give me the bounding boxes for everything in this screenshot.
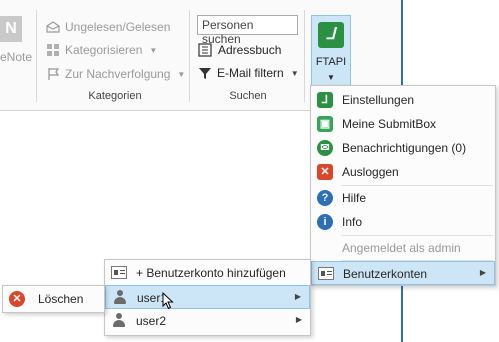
followup-label: Zur Nachverfolgung <box>65 67 171 81</box>
group-label-categories: Kategorien <box>88 90 142 102</box>
add-account-label: + Benutzerkonto hinzufügen <box>136 266 286 280</box>
delete-label: Löschen <box>38 292 84 306</box>
onenote-label[interactable]: eNote <box>0 50 32 64</box>
ftapi-menu: ⅃ Einstellungen ▣ Meine SubmitBox ✉ Bena… <box>310 85 496 286</box>
ftapi-label: FTAPI <box>315 56 347 68</box>
address-book-button[interactable]: Adressbuch <box>198 43 281 57</box>
ftapi-logo-icon: ⅃ <box>318 22 344 48</box>
address-book-label: Adressbuch <box>218 43 282 57</box>
mouse-cursor-icon <box>162 292 174 310</box>
chevron-down-icon: ▼ <box>177 69 186 79</box>
filter-email-button[interactable]: E-Mail filtern ▼ <box>198 66 299 80</box>
delete-icon: ✕ <box>9 291 25 307</box>
group-label-search: Suchen <box>229 90 267 102</box>
ribbon-separator <box>304 10 305 102</box>
menu-item-help[interactable]: ? Hilfe <box>311 186 495 210</box>
mail-icon: ✉ <box>317 140 333 156</box>
filter-icon <box>199 68 211 79</box>
onenote-icon[interactable]: N <box>0 16 22 42</box>
ribbon-separator <box>189 10 190 102</box>
account-item-user1[interactable]: user1 ▶ <box>105 285 310 309</box>
categorize-button[interactable]: Kategorisieren ▼ <box>46 43 157 57</box>
envelope-open-icon <box>46 21 60 33</box>
menu-item-label: Einstellungen <box>342 93 415 107</box>
person-icon <box>114 290 126 306</box>
unread-read-label: Ungelesen/Gelesen <box>65 20 171 34</box>
contact-card-icon <box>111 266 127 279</box>
menu-item-label: Ausloggen <box>342 165 399 179</box>
menu-item-label: Meine SubmitBox <box>342 117 437 131</box>
help-icon: ? <box>317 190 333 206</box>
ftapi-logo-icon: ⅃ <box>317 92 333 108</box>
address-book-icon <box>198 43 212 57</box>
search-people-input[interactable]: Personen suchen <box>197 15 298 46</box>
menu-item-label: Hilfe <box>342 191 367 205</box>
account-item-user2[interactable]: user2 ▶ <box>105 309 310 333</box>
info-icon: i <box>317 214 333 230</box>
submitbox-icon: ▣ <box>317 116 333 132</box>
account-label: user2 <box>136 314 167 328</box>
menu-item-submitbox[interactable]: ▣ Meine SubmitBox <box>311 112 495 136</box>
menu-item-notifications[interactable]: ✉ Benachrichtigungen (0) <box>311 136 495 160</box>
menu-item-accounts[interactable]: Benutzerkonten ▶ <box>311 261 495 285</box>
chevron-down-icon: ▼ <box>327 73 335 82</box>
menu-item-label: Benachrichtigungen (0) <box>342 141 467 155</box>
user-submenu: ✕ Löschen <box>2 285 105 313</box>
accounts-submenu: + Benutzerkonto hinzufügen user1 ▶ user2… <box>104 259 311 336</box>
logged-in-as-text: Angemeldet als admin <box>342 241 461 255</box>
chevron-down-icon: ▼ <box>290 68 299 78</box>
chevron-down-icon: ▼ <box>149 45 158 55</box>
menu-item-label: Benutzerkonten <box>343 267 428 281</box>
flag-icon <box>48 68 60 80</box>
add-account-item[interactable]: + Benutzerkonto hinzufügen <box>105 261 310 285</box>
chevron-right-icon: ▶ <box>295 315 302 324</box>
chevron-right-icon: ▶ <box>294 292 301 301</box>
categories-icon <box>47 44 59 56</box>
ribbon-separator <box>36 10 37 102</box>
followup-button[interactable]: Zur Nachverfolgung ▼ <box>46 67 185 81</box>
person-icon <box>113 313 125 329</box>
close-icon: ✕ <box>317 164 333 180</box>
logged-in-as-label: Angemeldet als admin <box>311 236 495 260</box>
contact-card-icon <box>318 267 334 280</box>
menu-item-settings[interactable]: ⅃ Einstellungen <box>311 88 495 112</box>
unread-read-button[interactable]: Ungelesen/Gelesen <box>46 20 170 34</box>
menu-item-info[interactable]: i Info <box>311 210 495 234</box>
menu-item-logout[interactable]: ✕ Ausloggen <box>311 160 495 184</box>
categorize-label: Kategorisieren <box>65 43 143 57</box>
delete-account-item[interactable]: ✕ Löschen <box>3 287 104 311</box>
filter-email-label: E-Mail filtern <box>217 66 284 80</box>
menu-item-label: Info <box>342 215 363 229</box>
chevron-right-icon: ▶ <box>479 268 486 277</box>
